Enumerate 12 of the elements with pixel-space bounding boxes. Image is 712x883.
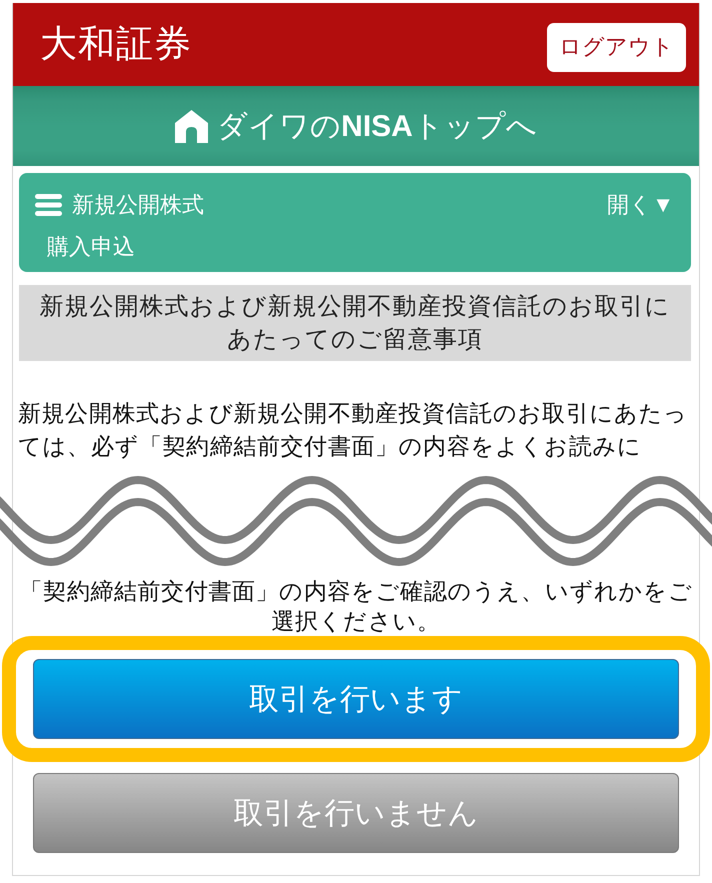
- notice-text: 新規公開株式および新規公開不動産投資信託のお取引にあたっては、必ず「契約締結前交付書面」の内容をよくお読みに: [17, 399, 689, 461]
- panel-title: 新規公開株式: [72, 191, 204, 219]
- menu-icon: [35, 194, 62, 216]
- panel-subtitle: 購入申込: [47, 233, 135, 261]
- logout-button[interactable]: ログアウト: [547, 22, 686, 72]
- decline-button[interactable]: 取引を行いません: [33, 773, 679, 853]
- proceed-button[interactable]: 取引を行います: [33, 659, 679, 739]
- expand-toggle[interactable]: 開く▼: [607, 190, 674, 220]
- confirmation-prompt: 「契約締結前交付書面」の内容をご確認のうえ、いずれかをご選択ください。: [18, 577, 694, 636]
- notice-heading: 新規公開株式および新規公開不動産投資信託のお取引にあたってのご留意事項: [19, 285, 691, 361]
- logo-text: 大和証券: [40, 26, 192, 63]
- home-icon: [175, 110, 208, 142]
